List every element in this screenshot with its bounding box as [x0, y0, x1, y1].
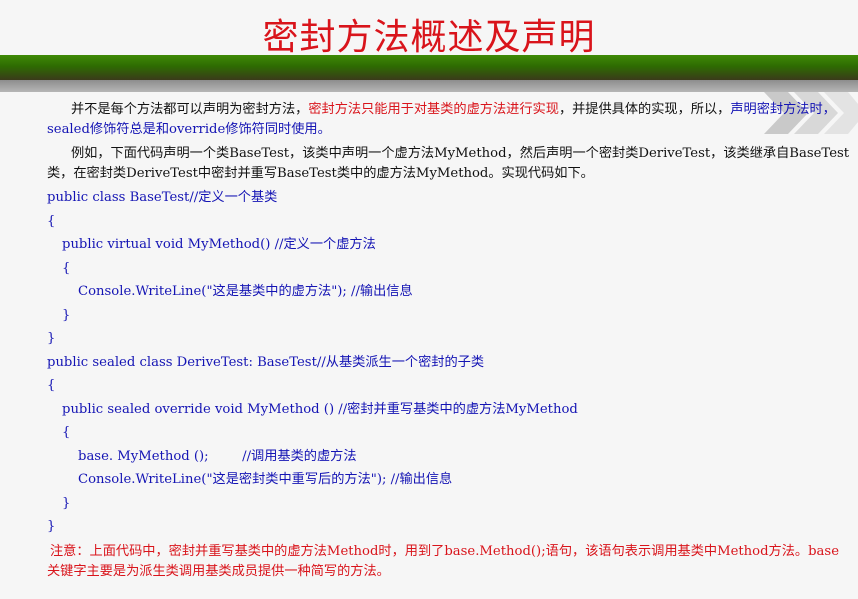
intro-text-2: ，并提供具体的实现，所以，	[558, 102, 731, 117]
header-band-green	[0, 55, 858, 80]
code-line: }	[47, 331, 56, 346]
code-line: Console.WriteLine("这是基类中的虚方法"); //输出信息	[78, 284, 413, 299]
code-line: }	[62, 307, 71, 323]
code-block: public class BaseTest//定义一个基类 { public v…	[47, 186, 850, 539]
slide-content: 并不是每个方法都可以声明为密封方法，密封方法只能用于对基类的虚方法进行实现，并提…	[47, 100, 850, 582]
code-line: Console.WriteLine("这是密封类中重写后的方法"); //输出信…	[78, 472, 453, 487]
intro-highlight: 密封方法只能用于对基类的虚方法进行实现	[308, 102, 559, 117]
code-line: {	[62, 425, 71, 440]
code-line: }	[62, 495, 71, 511]
code-line: base. MyMethod (); //调用基类的虚方法	[78, 448, 357, 464]
code-line: public class BaseTest//定义一个基类	[47, 190, 278, 205]
intro-paragraph: 并不是每个方法都可以声明为密封方法，密封方法只能用于对基类的虚方法进行实现，并提…	[47, 100, 850, 140]
code-line: public sealed override void MyMethod () …	[62, 401, 578, 417]
header-band-gray	[0, 80, 858, 92]
code-line: {	[47, 213, 56, 229]
code-line: public virtual void MyMethod() //定义一个虚方法	[62, 237, 376, 252]
intro-text-1: 并不是每个方法都可以声明为密封方法，	[71, 102, 309, 117]
code-line: }	[47, 519, 56, 534]
code-line: {	[47, 378, 56, 393]
slide-title: 密封方法概述及声明	[262, 17, 596, 58]
code-line: {	[62, 260, 71, 276]
code-line: public sealed class DeriveTest: BaseTest…	[47, 354, 485, 370]
example-paragraph: 例如，下面代码声明一个类BaseTest，该类中声明一个虚方法MyMethod，…	[47, 146, 850, 181]
note-paragraph: 注意：上面代码中，密封并重写基类中的虚方法Method时，用到了base.Met…	[47, 543, 839, 579]
